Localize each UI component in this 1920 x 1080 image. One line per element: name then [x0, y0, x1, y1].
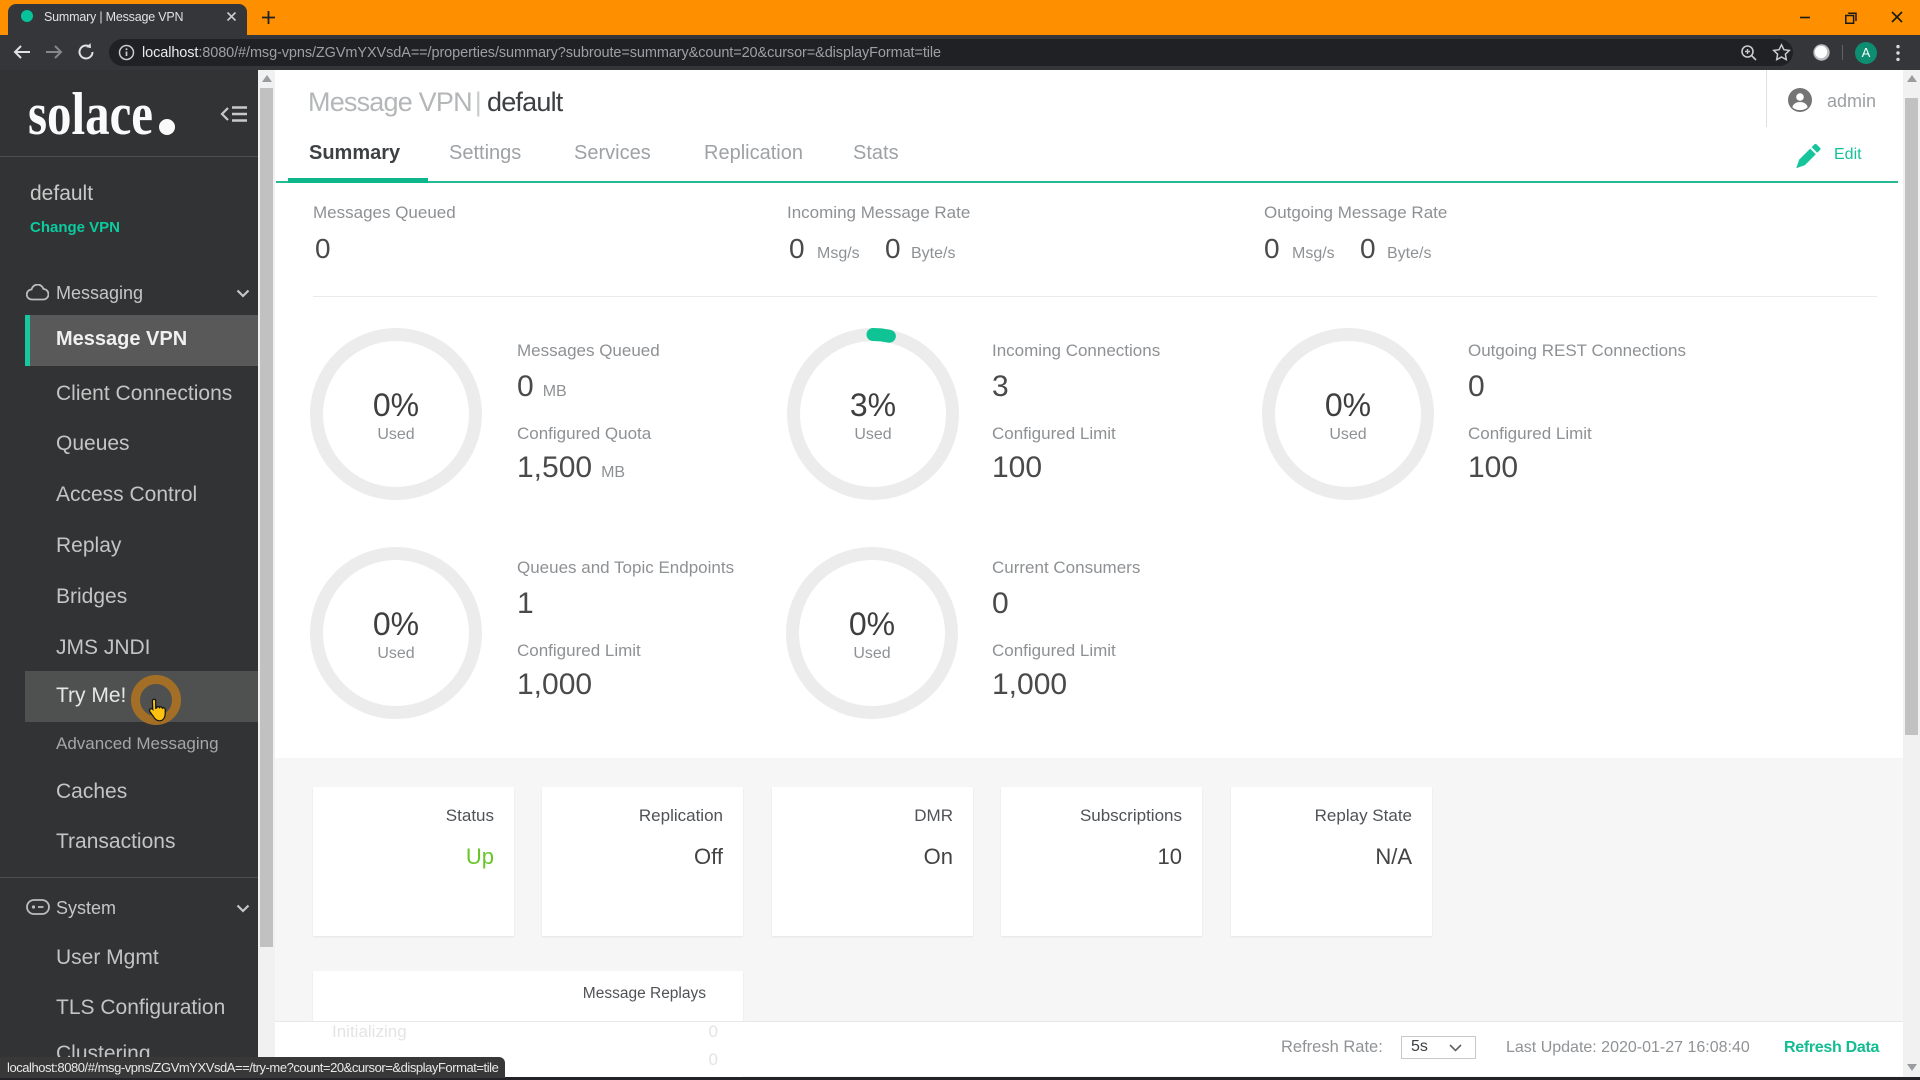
svg-text:solace: solace	[28, 88, 153, 144]
